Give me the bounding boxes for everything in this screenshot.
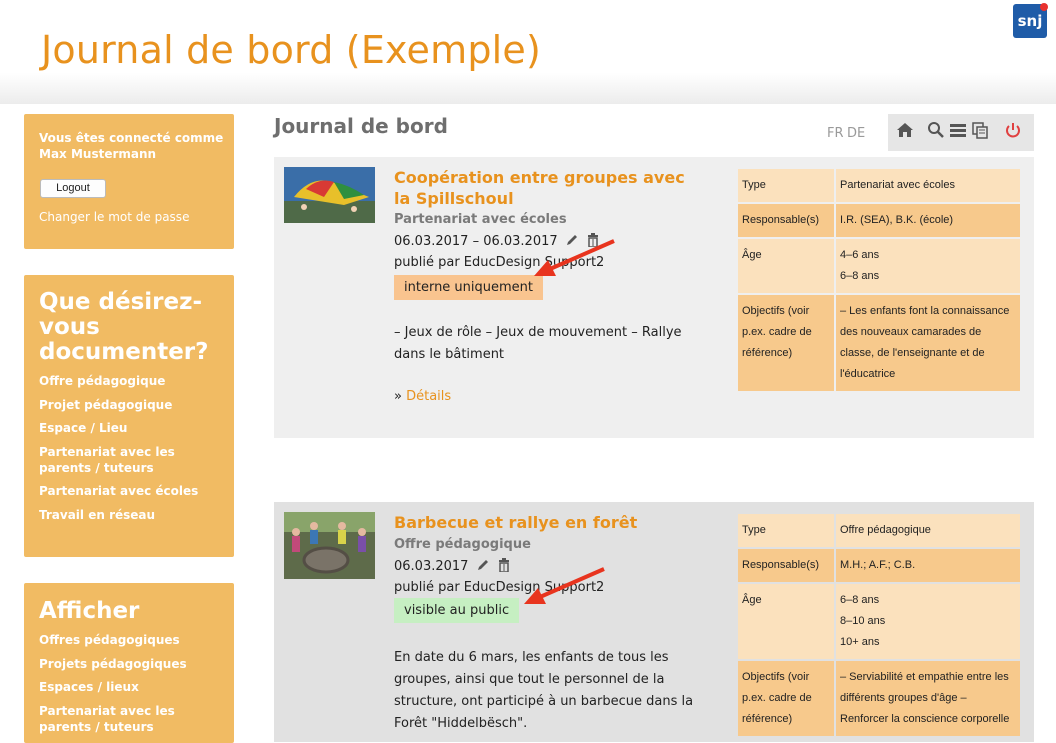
display-item-parents[interactable]: Partenariat avec les parents / tuteurs — [39, 703, 224, 735]
entry-date: 06.03.2017 — [394, 559, 469, 574]
menu-item-parents[interactable]: Partenariat avec les parents / tuteurs — [39, 444, 224, 476]
edit-icon[interactable] — [476, 558, 490, 572]
age-value: 10+ ans — [840, 636, 880, 648]
info-obj-value: – Les enfants font la connaissance des n… — [836, 295, 1020, 391]
home-icon[interactable] — [895, 121, 915, 141]
entry-category: Offre pédagogique — [394, 537, 531, 552]
info-age-values: 4–6 ans 6–8 ans — [836, 239, 1020, 293]
login-user: Max Mustermann — [39, 147, 157, 161]
app-title: Journal de bord (Exemple) — [41, 28, 542, 72]
display-box: Afficher Offres pédagogiques Projets péd… — [24, 583, 234, 743]
entry-description: En date du 6 mars, les enfants de tous l… — [394, 650, 694, 731]
delete-icon[interactable] — [497, 558, 511, 573]
age-value: 4–6 ans — [840, 249, 880, 261]
details-row: » Détails — [394, 389, 451, 404]
info-obj-label: Objectifs (voir p.ex. cadre de référence… — [738, 661, 834, 736]
info-type-value: Partenariat avec écoles — [836, 169, 1020, 202]
info-age-values: 6–8 ans 8–10 ans 10+ ans — [836, 584, 1020, 659]
menu-item-ecoles[interactable]: Partenariat avec écoles — [39, 483, 224, 499]
info-obj-value: – Serviabilité et empathie entre les dif… — [836, 661, 1020, 736]
document-menu: Offre pédagogique Projet pédagogique Esp… — [39, 373, 224, 530]
info-type-label: Type — [738, 169, 834, 202]
annotation-arrow — [534, 239, 615, 276]
info-type-value: Offre pédagogique — [836, 514, 1020, 547]
document-heading: Que désirez-vous documenter? — [39, 289, 209, 365]
logo-dot — [1040, 3, 1048, 11]
page-title: Journal de bord — [274, 114, 448, 138]
entry-title[interactable]: Barbecue et rallye en forêt — [394, 512, 694, 533]
change-password-link[interactable]: Changer le mot de passe — [39, 210, 189, 224]
display-item-offres[interactable]: Offres pédagogiques — [39, 632, 224, 648]
list-icon[interactable] — [948, 121, 968, 141]
display-item-projets[interactable]: Projets pédagogiques — [39, 656, 224, 672]
age-value: 6–8 ans — [840, 270, 880, 282]
lang-fr[interactable]: FR — [827, 126, 844, 141]
login-label: Vous êtes connecté comme — [39, 131, 224, 145]
details-prefix: » — [394, 389, 407, 404]
entry-card: Coopération entre groupes avec la Spills… — [274, 157, 1034, 438]
power-icon[interactable] — [1003, 121, 1023, 141]
menu-item-espace[interactable]: Espace / Lieu — [39, 420, 224, 436]
details-link[interactable]: Détails — [406, 389, 451, 404]
display-heading: Afficher — [39, 598, 140, 624]
age-value: 6–8 ans — [840, 594, 880, 606]
copy-icon[interactable] — [970, 121, 990, 141]
age-value: 8–10 ans — [840, 615, 886, 627]
menu-item-offre[interactable]: Offre pédagogique — [39, 373, 224, 389]
info-age-label: Âge — [738, 584, 834, 659]
logout-button[interactable]: Logout — [40, 179, 106, 198]
info-resp-value: M.H.; A.F.; C.B. — [836, 549, 1020, 582]
login-info: Vous êtes connecté comme Max Mustermann — [39, 130, 223, 162]
info-type-label: Type — [738, 514, 834, 547]
entry-thumbnail[interactable] — [284, 512, 375, 579]
status-badge: interne uniquement — [394, 275, 544, 300]
info-table: Type Partenariat avec écoles Responsable(… — [736, 167, 1022, 393]
info-resp-label: Responsable(s) — [738, 549, 834, 582]
display-item-espaces[interactable]: Espaces / lieux — [39, 679, 224, 695]
menu-item-projet[interactable]: Projet pédagogique — [39, 397, 224, 413]
info-table: Type Offre pédagogique Responsable(s) M.H.… — [736, 512, 1022, 738]
search-icon[interactable] — [926, 121, 946, 141]
entry-title[interactable]: Coopération entre groupes avec la Spills… — [394, 167, 694, 209]
info-obj-label: Objectifs (voir p.ex. cadre de référence… — [738, 295, 834, 391]
annotation-arrow — [524, 567, 605, 604]
login-box: Vous êtes connecté comme Max Mustermann … — [24, 114, 234, 249]
entry-thumbnail[interactable] — [284, 167, 375, 223]
entry-category: Partenariat avec écoles — [394, 212, 567, 227]
menu-item-reseau[interactable]: Travail en réseau — [39, 507, 224, 523]
entry-date-row: 06.03.2017 — [394, 558, 511, 574]
info-resp-label: Responsable(s) — [738, 204, 834, 237]
lang-de[interactable]: DE — [847, 126, 865, 141]
info-resp-value: I.R. (SEA), B.K. (école) — [836, 204, 1020, 237]
status-badge: visible au public — [394, 598, 520, 623]
info-age-label: Âge — [738, 239, 834, 293]
entry-description: – Jeux de rôle – Jeux de mouvement – Ral… — [394, 325, 682, 362]
entry-card: Barbecue et rallye en forêt Offre pédago… — [274, 502, 1034, 742]
toolbar — [888, 114, 1034, 151]
display-menu: Offres pédagogiques Projets pédagogiques… — [39, 632, 224, 742]
document-box: Que désirez-vous documenter? Offre pédag… — [24, 275, 234, 557]
